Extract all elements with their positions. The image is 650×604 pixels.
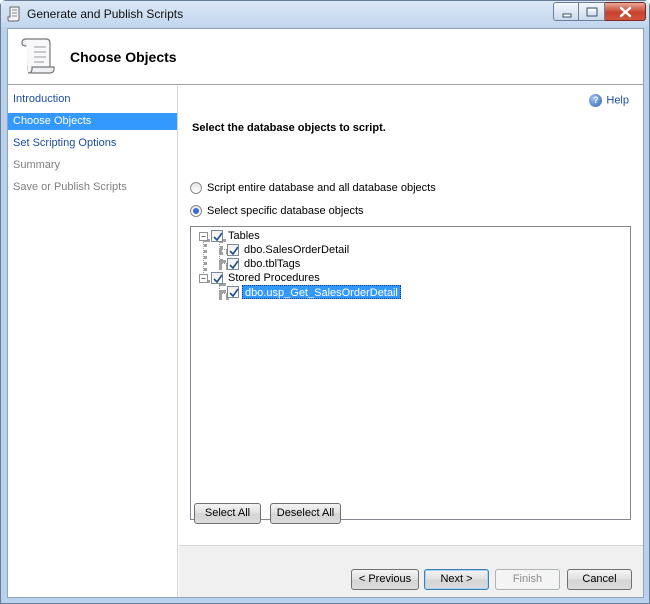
collapse-icon[interactable]: − — [199, 274, 208, 283]
maximize-icon — [586, 7, 598, 17]
tree-node-stored-procedures[interactable]: − Stored Procedures — [191, 271, 391, 286]
object-tree[interactable]: − Tables dbo.SalesOrderDetail dbo.tblTag… — [190, 226, 631, 520]
tree-label-table-item: dbo.tblTags — [244, 258, 301, 270]
collapse-icon[interactable]: − — [199, 232, 208, 241]
tree-node-table-item[interactable]: dbo.SalesOrderDetail — [191, 243, 391, 258]
checkmark-icon — [229, 246, 239, 256]
close-button[interactable] — [605, 2, 646, 21]
checkbox-procedure-item[interactable] — [227, 286, 239, 298]
next-button[interactable]: Next > — [424, 569, 489, 590]
checkmark-icon — [229, 260, 239, 270]
finish-button: Finish — [495, 569, 560, 590]
nav-item-summary: Summary — [13, 159, 61, 171]
minimize-icon — [562, 13, 572, 18]
checkmark-icon — [213, 232, 223, 242]
help-icon: ? — [589, 94, 603, 107]
checkbox-table-item[interactable] — [227, 244, 239, 256]
radio-specific-objects[interactable]: Select specific database objects — [190, 205, 364, 221]
wizard-client-area: Choose Objects Introduction Choose Objec… — [7, 28, 644, 598]
tree-node-table-item[interactable]: dbo.tblTags — [191, 257, 391, 272]
wizard-header: Choose Objects — [8, 29, 643, 85]
section-title: Select the database objects to script. — [192, 122, 386, 134]
radio-specific-objects-label: Select specific database objects — [207, 205, 364, 218]
checkbox-tables[interactable] — [211, 230, 223, 242]
tree-label-stored-procedures: Stored Procedures — [228, 272, 320, 284]
previous-button[interactable]: < Previous — [351, 569, 419, 590]
radio-entire-database-label: Script entire database and all database … — [207, 182, 436, 195]
radio-entire-database-circle[interactable] — [190, 182, 202, 195]
radio-specific-objects-circle[interactable] — [190, 205, 202, 218]
script-scroll-icon — [16, 35, 58, 77]
checkmark-icon — [213, 274, 223, 284]
radio-entire-database[interactable]: Script entire database and all database … — [190, 182, 436, 198]
checkbox-stored-procedures[interactable] — [211, 272, 223, 284]
tree-label-procedure-item: dbo.usp_Get_SalesOrderDetail — [242, 285, 401, 299]
checkmark-icon — [229, 288, 239, 298]
tree-label-tables: Tables — [228, 230, 260, 242]
tree-node-tables[interactable]: − Tables — [191, 229, 391, 244]
cancel-button[interactable]: Cancel — [567, 569, 632, 590]
tree-label-table-item: dbo.SalesOrderDetail — [244, 244, 350, 256]
scroll-icon — [7, 6, 21, 22]
nav-item-introduction[interactable]: Introduction — [8, 91, 177, 108]
tree-node-procedure-item[interactable]: dbo.usp_Get_SalesOrderDetail — [191, 285, 411, 300]
nav-item-set-scripting-options[interactable]: Set Scripting Options — [8, 135, 177, 152]
wizard-nav: Introduction Choose Objects Set Scriptin… — [8, 86, 178, 597]
close-icon — [619, 6, 632, 18]
help-link[interactable]: ? Help — [589, 94, 629, 107]
nav-item-choose-objects[interactable]: Choose Objects — [8, 113, 177, 130]
title-bar[interactable]: Generate and Publish Scripts — [1, 1, 649, 27]
nav-item-save-or-publish: Save or Publish Scripts — [13, 181, 127, 193]
help-label: Help — [606, 94, 629, 107]
window-title: Generate and Publish Scripts — [27, 7, 184, 21]
page-title: Choose Objects — [70, 49, 177, 65]
wizard-window: Generate and Publish Scripts Choose Obje… — [0, 0, 650, 604]
main-panel: ? Help Select the database objects to scr… — [179, 86, 643, 544]
maximize-button[interactable] — [579, 2, 605, 21]
checkbox-table-item[interactable] — [227, 258, 239, 270]
select-all-button[interactable]: Select All — [194, 503, 261, 524]
minimize-button[interactable] — [553, 2, 579, 21]
deselect-all-button[interactable]: Deselect All — [270, 503, 341, 524]
